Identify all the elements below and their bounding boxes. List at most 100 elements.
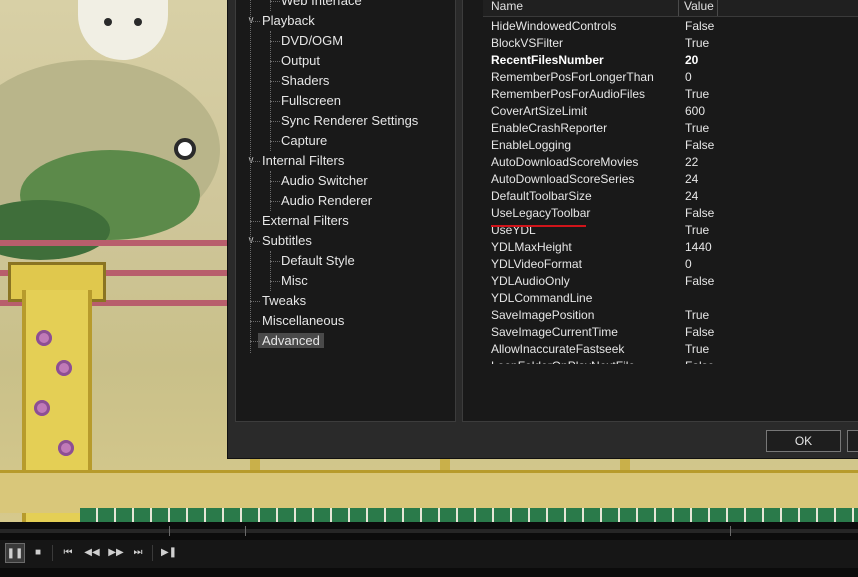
tree-item-external-filters[interactable]: External Filters [262, 211, 349, 231]
tree-connector [250, 221, 260, 222]
chapter-mark [169, 526, 170, 536]
advanced-settings-grid[interactable]: Name Value HideWindowedControls False Bloc… [462, 0, 858, 422]
grid-row[interactable]: UseLegacyToolbar False [483, 205, 858, 222]
tree-item-fullscreen[interactable]: Fullscreen [281, 91, 341, 111]
tree-guide [270, 171, 271, 211]
grid-row[interactable]: AutoDownloadScoreSeries 24 [483, 171, 858, 188]
setting-value[interactable]: 600 [685, 103, 705, 120]
tree-item-subtitles[interactable]: ∨ Subtitles [247, 231, 312, 251]
grid-row[interactable]: AutoDownloadScoreMovies 22 [483, 154, 858, 171]
playback-toolbar: ❚❚ ■ ⏮ ◀◀ ▶▶ ⏭ ▶❚ [0, 540, 858, 568]
tree-item-audio-renderer[interactable]: Audio Renderer [281, 191, 372, 211]
seek-bar[interactable] [0, 522, 858, 540]
grid-row[interactable]: DefaultToolbarSize 24 [483, 188, 858, 205]
tree-item-audio-switcher[interactable]: Audio Switcher [281, 171, 368, 191]
grid-row[interactable]: YDLCommandLine [483, 290, 858, 307]
pause-button[interactable]: ❚❚ [5, 543, 25, 563]
setting-value[interactable]: 1440 [685, 239, 712, 256]
setting-value[interactable]: False [685, 18, 714, 35]
setting-name: EnableLogging [491, 138, 572, 152]
setting-value[interactable]: True [685, 222, 709, 239]
tree-item-tweaks[interactable]: Tweaks [262, 291, 306, 311]
tree-connector [270, 141, 280, 142]
grid-row[interactable]: CoverArtSizeLimit 600 [483, 103, 858, 120]
setting-value[interactable]: False [685, 273, 714, 290]
ok-button[interactable]: OK [766, 430, 841, 452]
setting-value[interactable]: True [685, 35, 709, 52]
setting-value[interactable]: False [685, 358, 714, 364]
next-button[interactable]: ⏭ [128, 543, 148, 563]
tree-item-dvd-ogm[interactable]: DVD/OGM [281, 31, 343, 51]
rewind-button[interactable]: ◀◀ [82, 543, 102, 563]
grid-row[interactable]: RememberPosForAudioFiles True [483, 86, 858, 103]
tree-item-label: Web Interface [281, 0, 362, 8]
tree-item-capture[interactable]: Capture [281, 131, 327, 151]
setting-name: RememberPosForLongerThan [491, 70, 654, 84]
skip-back-icon: ⏮ [63, 547, 73, 558]
tree-item-label: Subtitles [262, 233, 312, 248]
tree-connector [270, 261, 280, 262]
tree-item-playback[interactable]: ∨ Playback [247, 11, 314, 31]
grid-row[interactable]: RecentFilesNumber 20 [483, 52, 858, 69]
tree-item-default-style[interactable]: Default Style [281, 251, 355, 271]
setting-value[interactable]: True [685, 307, 709, 324]
tree-item-sync-renderer-settings[interactable]: Sync Renderer Settings [281, 111, 418, 131]
setting-value[interactable]: 24 [685, 188, 698, 205]
tree-guide [270, 251, 271, 291]
setting-value[interactable]: False [685, 205, 714, 222]
tree-item-web-interface[interactable]: Web Interface [281, 0, 362, 11]
frame-step-icon: ▶❚ [160, 547, 178, 558]
grid-row[interactable]: EnableLogging False [483, 137, 858, 154]
tree-connector [270, 121, 280, 122]
rewind-icon: ◀◀ [84, 547, 100, 558]
setting-value[interactable]: 0 [685, 256, 692, 273]
setting-name: YDLMaxHeight [491, 240, 572, 254]
tree-item-misc[interactable]: Misc [281, 271, 308, 291]
stop-button[interactable]: ■ [28, 543, 48, 563]
previous-button[interactable]: ⏮ [58, 543, 78, 563]
grid-row[interactable]: SaveImagePosition True [483, 307, 858, 324]
setting-value[interactable]: False [685, 137, 714, 154]
setting-name: YDLVideoFormat [491, 257, 582, 271]
column-header-value[interactable]: Value [680, 0, 718, 16]
cancel-button[interactable] [847, 430, 858, 452]
setting-value[interactable]: 20 [685, 52, 698, 69]
setting-value[interactable]: False [685, 324, 714, 341]
setting-name: SaveImagePosition [491, 308, 595, 322]
grid-row[interactable]: AllowInaccurateFastseek True [483, 341, 858, 358]
setting-value[interactable]: 24 [685, 171, 698, 188]
setting-value[interactable]: 0 [685, 69, 692, 86]
grid-row[interactable]: RememberPosForLongerThan 0 [483, 69, 858, 86]
column-header-name[interactable]: Name [483, 0, 679, 16]
tree-item-internal-filters[interactable]: ∨ Internal Filters [247, 151, 344, 171]
setting-value[interactable]: True [685, 341, 709, 358]
grid-row[interactable]: BlockVSFilter True [483, 35, 858, 52]
grid-row[interactable]: YDLVideoFormat 0 [483, 256, 858, 273]
grid-row[interactable]: YDLAudioOnly False [483, 273, 858, 290]
tree-item-miscellaneous[interactable]: Miscellaneous [262, 311, 344, 331]
tree-connector [270, 201, 280, 202]
fast-forward-button[interactable]: ▶▶ [106, 543, 126, 563]
frame-step-button[interactable]: ▶❚ [159, 543, 179, 563]
setting-value[interactable]: True [685, 120, 709, 137]
tree-item-shaders[interactable]: Shaders [281, 71, 329, 91]
tree-item-output[interactable]: Output [281, 51, 320, 71]
grid-row[interactable]: SaveImageCurrentTime False [483, 324, 858, 341]
setting-value[interactable]: 22 [685, 154, 698, 171]
grid-row[interactable]: YDLMaxHeight 1440 [483, 239, 858, 256]
status-bar [0, 568, 858, 577]
setting-value[interactable]: True [685, 86, 709, 103]
tree-item-label: DVD/OGM [281, 33, 344, 48]
grid-row[interactable]: HideWindowedControls False [483, 18, 858, 35]
tree-item-label: Shaders [281, 73, 330, 88]
grid-row[interactable]: LoopFolderOnPlayNextFile False [483, 358, 858, 364]
setting-name: DefaultToolbarSize [491, 189, 592, 203]
options-tree[interactable]: LogoWeb Interface∨PlaybackDVD/OGMOutputS… [235, 0, 456, 422]
chapter-mark [730, 526, 731, 536]
fast-forward-icon: ▶▶ [108, 547, 124, 558]
grid-row[interactable]: EnableCrashReporter True [483, 120, 858, 137]
setting-name: LoopFolderOnPlayNextFile [491, 358, 635, 364]
tree-item-advanced[interactable]: Advanced [258, 331, 324, 351]
tree-connector [250, 241, 260, 242]
setting-name: RecentFilesNumber [491, 53, 604, 67]
